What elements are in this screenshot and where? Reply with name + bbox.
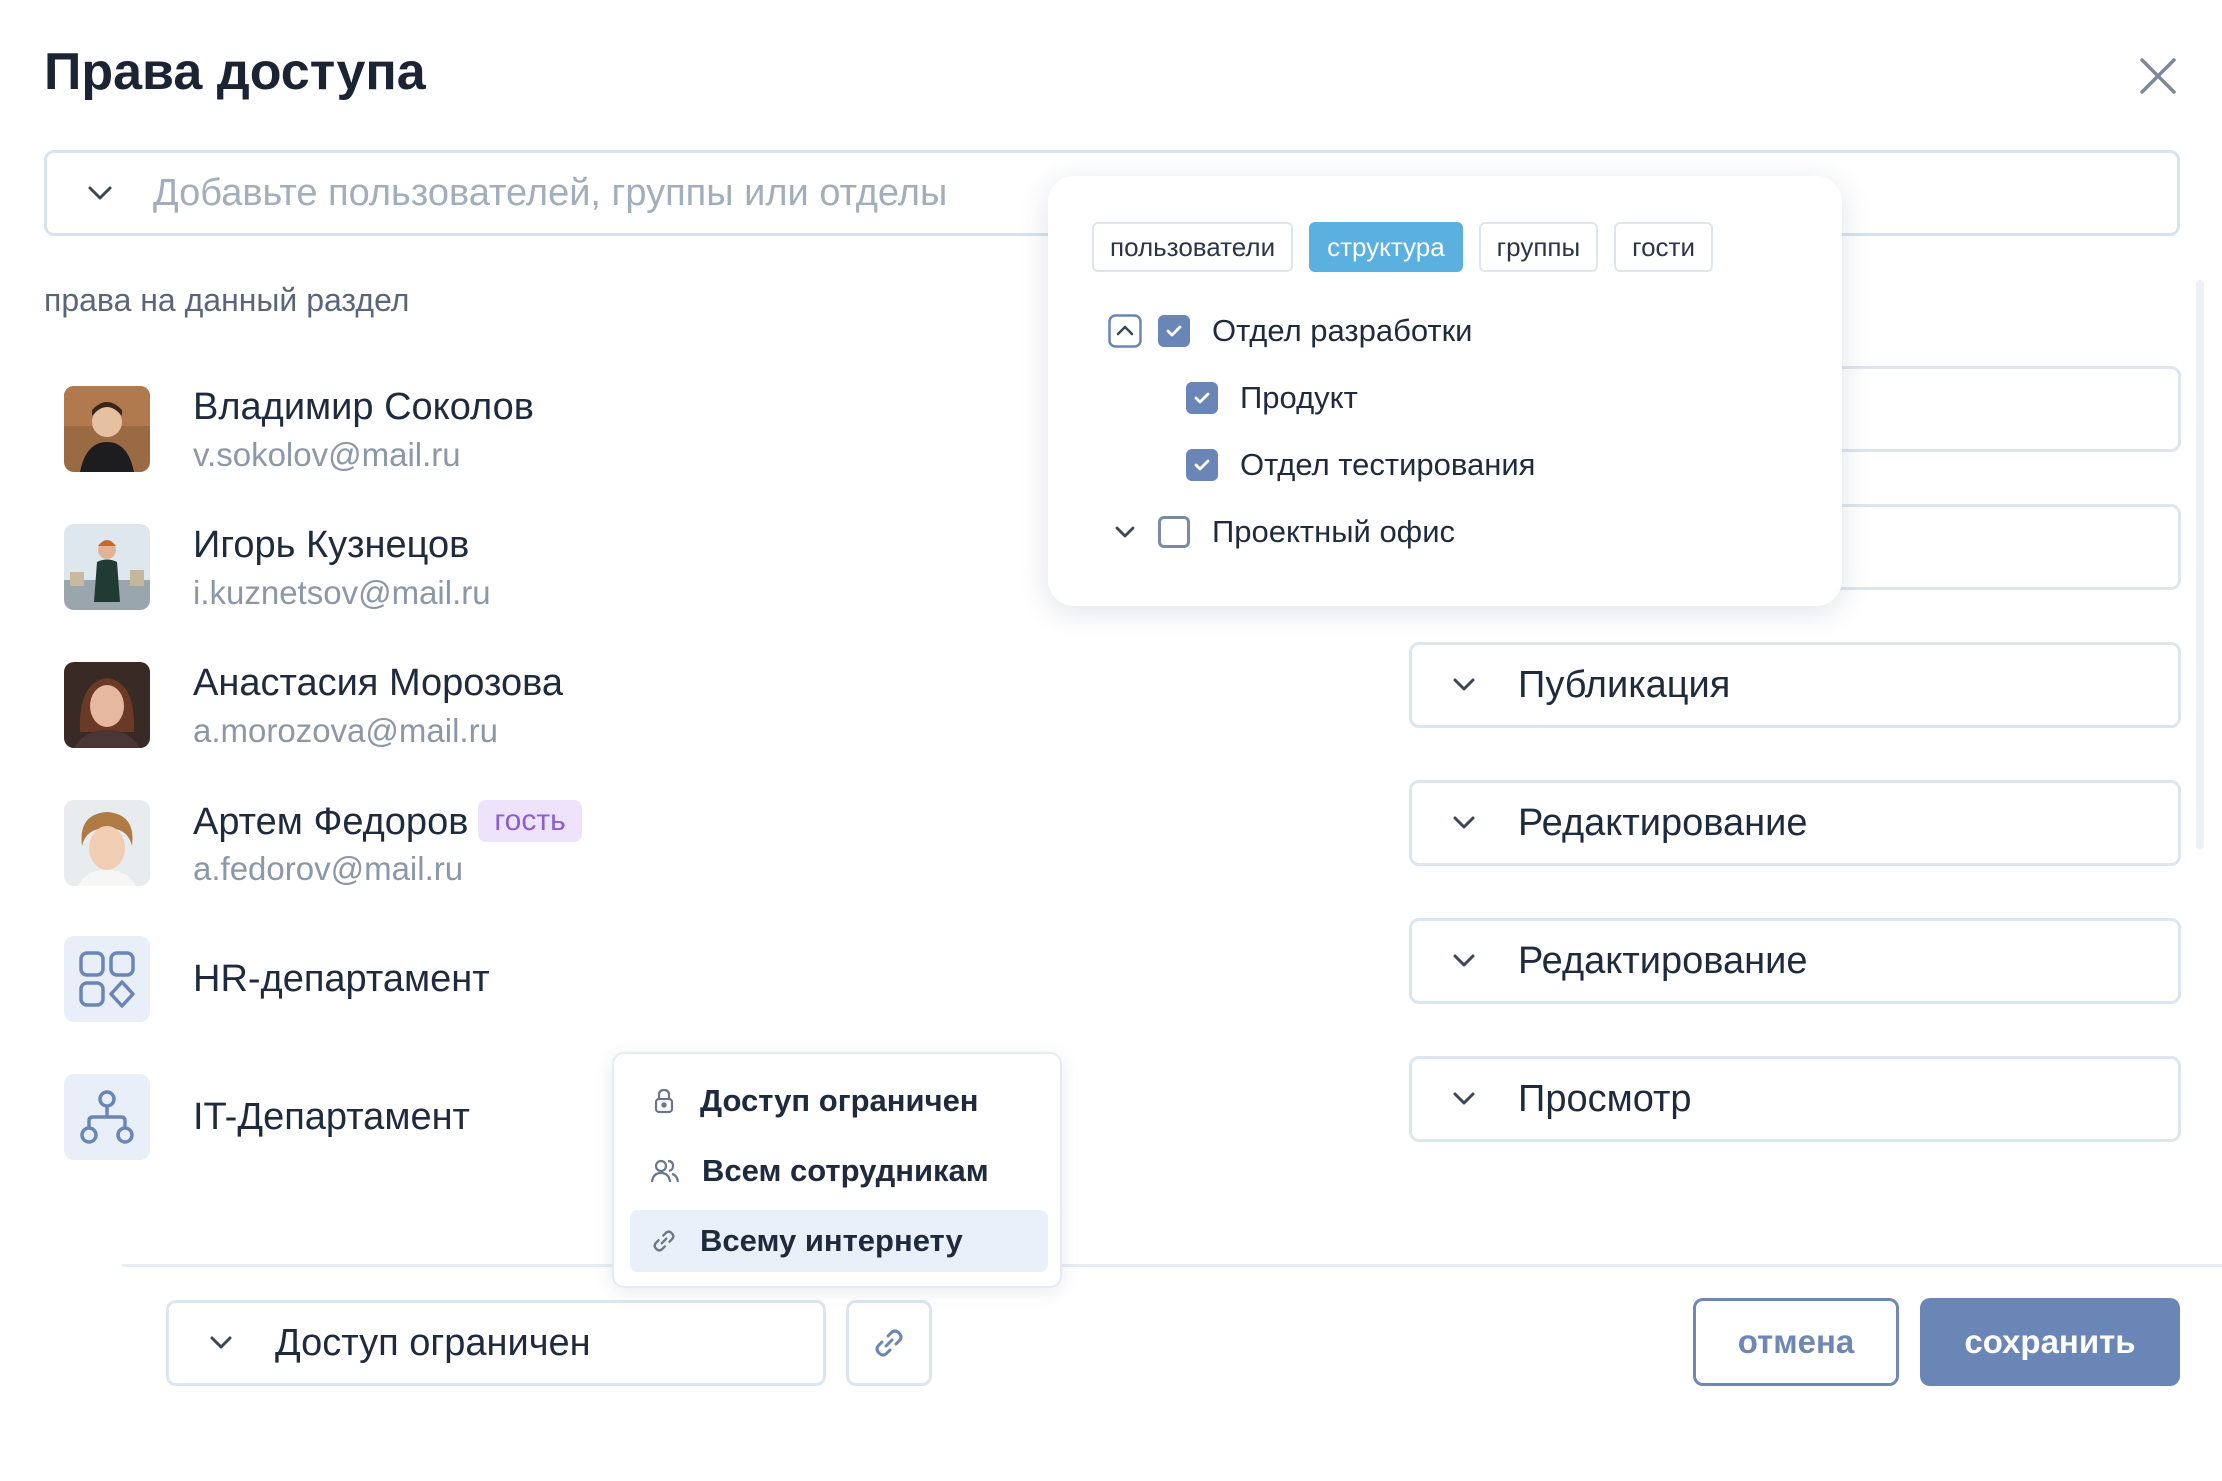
member-row: Анастасия Морозова a.morozova@mail.ru xyxy=(44,642,1294,762)
member-email: i.kuznetsov@mail.ru xyxy=(193,574,491,611)
checkbox-checked[interactable] xyxy=(1186,382,1218,414)
permission-select[interactable]: Редактирование xyxy=(1409,780,2181,866)
checkbox-checked[interactable] xyxy=(1158,315,1190,347)
permission-value: Просмотр xyxy=(1518,1077,1692,1120)
member-row: Артем Федоров гость a.fedorov@mail.ru xyxy=(44,780,1294,900)
copy-link-button[interactable] xyxy=(846,1300,932,1386)
menu-item-label: Доступ ограничен xyxy=(700,1083,979,1118)
checkbox-unchecked[interactable] xyxy=(1158,516,1190,548)
permission-value: Публикация xyxy=(1518,663,1731,706)
tree-item-label: Продукт xyxy=(1240,380,1358,415)
department-name: HR-департамент xyxy=(193,958,490,1000)
tree-item-testing-department[interactable]: Отдел тестирования xyxy=(1186,447,1535,483)
link-access-select[interactable]: Доступ ограничен xyxy=(166,1300,826,1386)
chevron-down-icon xyxy=(1453,678,1475,691)
permission-select[interactable]: Публикация xyxy=(1409,642,2181,728)
org-structure-icon xyxy=(64,1074,150,1160)
lock-icon xyxy=(654,1088,674,1114)
permission-select[interactable]: Просмотр xyxy=(1409,1056,2181,1142)
picker-tabs: пользователи структура группы гости xyxy=(1092,222,1713,272)
menu-item-all-employees[interactable]: Всем сотрудникам xyxy=(630,1140,1048,1202)
department-row: HR-департамент xyxy=(44,902,1294,1022)
chevron-down-icon xyxy=(1453,816,1475,829)
link-icon xyxy=(875,1329,903,1357)
collapse-icon[interactable] xyxy=(1108,314,1142,348)
dialog-title: Права доступа xyxy=(44,43,426,101)
chevron-down-icon xyxy=(1453,954,1475,967)
tree-item-dev-department[interactable]: Отдел разработки xyxy=(1108,313,1473,349)
avatar xyxy=(64,524,150,610)
cancel-button[interactable]: отмена xyxy=(1693,1298,1899,1386)
tab-structure[interactable]: структура xyxy=(1309,222,1463,272)
close-icon[interactable] xyxy=(2136,54,2180,98)
footer-divider xyxy=(122,1264,2222,1267)
guest-badge: гость xyxy=(478,800,582,842)
department-name: IT-Департамент xyxy=(193,1096,470,1138)
checkbox-checked[interactable] xyxy=(1186,449,1218,481)
menu-item-label: Всему интернету xyxy=(700,1223,963,1258)
member-name-text: Артем Федоров xyxy=(193,801,469,843)
member-picker-popup: пользователи структура группы гости Отде… xyxy=(1048,176,1842,606)
link-access-value: Доступ ограничен xyxy=(275,1321,591,1364)
member-email: a.morozova@mail.ru xyxy=(193,712,498,749)
scrollbar[interactable] xyxy=(2196,280,2204,850)
add-members-input[interactable] xyxy=(153,171,1053,215)
tree-item-label: Отдел разработки xyxy=(1212,313,1473,348)
tree-item-label: Отдел тестирования xyxy=(1240,447,1536,482)
tree-item-label: Проектный офис xyxy=(1212,514,1456,549)
menu-item-label: Всем сотрудникам xyxy=(702,1153,989,1188)
tab-users[interactable]: пользователи xyxy=(1092,222,1294,272)
avatar xyxy=(64,800,150,886)
member-name: Анастасия Морозова xyxy=(193,662,564,704)
tree-item-product[interactable]: Продукт xyxy=(1186,380,1358,416)
member-email: a.fedorov@mail.ru xyxy=(193,850,464,887)
link-icon xyxy=(653,1230,675,1252)
member-name: Артем Федоров гость xyxy=(193,800,582,844)
chevron-down-icon xyxy=(1453,1092,1475,1105)
member-name: Владимир Соколов xyxy=(193,386,534,428)
save-button[interactable]: сохранить xyxy=(1920,1298,2180,1386)
tab-guests[interactable]: гости xyxy=(1614,222,1713,272)
chevron-down-icon[interactable] xyxy=(1108,515,1142,549)
users-icon xyxy=(650,1159,680,1183)
tree-item-project-office[interactable]: Проектный офис xyxy=(1108,514,1455,550)
chevron-down-icon xyxy=(88,186,112,200)
avatar xyxy=(64,386,150,472)
grid-shapes-icon xyxy=(64,936,150,1022)
permission-select[interactable]: Редактирование xyxy=(1409,918,2181,1004)
menu-item-restricted[interactable]: Доступ ограничен xyxy=(630,1070,1048,1132)
member-name: Игорь Кузнецов xyxy=(193,524,470,566)
member-email: v.sokolov@mail.ru xyxy=(193,436,461,473)
avatar xyxy=(64,662,150,748)
permission-value: Редактирование xyxy=(1518,939,1808,982)
menu-item-whole-internet[interactable]: Всему интернету xyxy=(630,1210,1048,1272)
permission-value: Редактирование xyxy=(1518,801,1808,844)
access-level-menu: Доступ ограничен Всем сотрудникам Всему … xyxy=(612,1052,1062,1288)
section-label: права на данный раздел xyxy=(44,282,410,318)
chevron-down-icon xyxy=(210,1336,232,1349)
tab-groups[interactable]: группы xyxy=(1478,222,1599,272)
